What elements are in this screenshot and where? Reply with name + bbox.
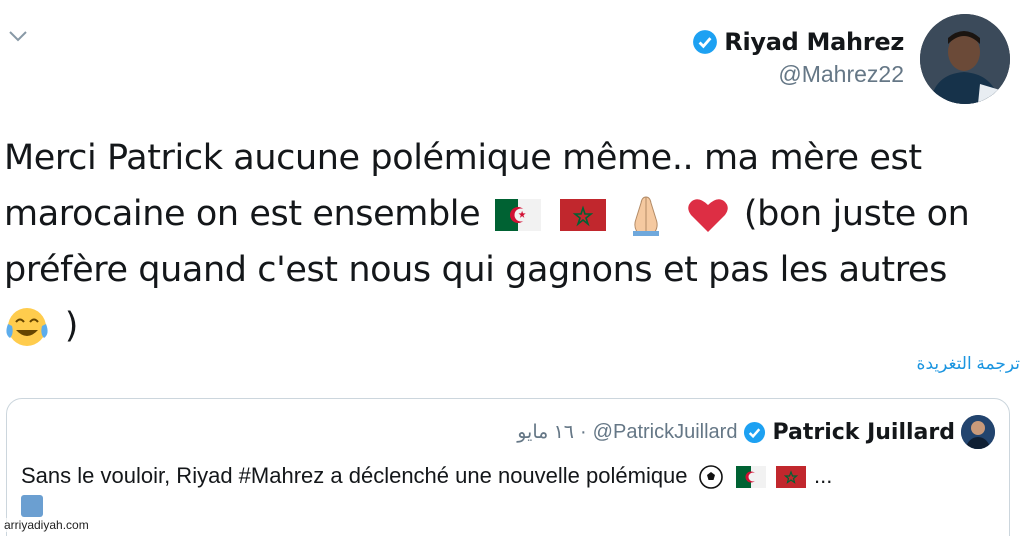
algeria-flag-icon	[735, 466, 766, 489]
soccer-ball-icon	[698, 465, 723, 489]
quoted-tweet[interactable]: ١٦ مايو · @PatrickJuillard Patrick Juill…	[6, 398, 1010, 536]
tweet-text-line: )	[4, 298, 1014, 354]
quoted-tweet-text: Sans le vouloir, Riyad #Mahrez a déclenc…	[21, 463, 832, 490]
tweet-author[interactable]: Riyad Mahrez @Mahrez22	[692, 28, 904, 88]
media-thumbnail-icon	[21, 495, 43, 517]
algeria-flag-icon	[494, 199, 541, 231]
quoted-author-name[interactable]: Patrick Juillard	[772, 420, 955, 445]
morocco-flag-icon	[559, 199, 606, 231]
quoted-ellipsis: ...	[814, 463, 833, 488]
author-name[interactable]: Riyad Mahrez	[724, 28, 904, 56]
tweet-text-line: marocaine on est ensemble (bon juste on	[4, 186, 1014, 242]
folded-hands-icon	[633, 196, 660, 236]
tweet-text-line: préfère quand c'est nous qui gagnons et …	[4, 250, 947, 290]
quoted-avatar[interactable]	[961, 415, 995, 449]
quoted-separator: ·	[580, 420, 587, 443]
translate-tweet-link[interactable]: ترجمة التغريدة	[917, 354, 1020, 374]
tweet-text-segment: )	[64, 306, 79, 346]
quoted-tweet-header: ١٦ مايو · @PatrickJuillard Patrick Juill…	[517, 415, 995, 449]
avatar[interactable]	[920, 14, 1010, 104]
morocco-flag-icon	[775, 466, 806, 489]
verified-badge-icon	[744, 421, 766, 443]
chevron-down-icon[interactable]	[6, 26, 30, 46]
watermark: arriyadiyah.com	[4, 518, 89, 532]
red-heart-icon	[688, 199, 728, 232]
tweet-text-segment: (bon juste on	[743, 194, 970, 234]
author-handle[interactable]: @Mahrez22	[692, 61, 904, 88]
tears-of-joy-icon	[6, 308, 48, 346]
verified-badge-icon	[693, 30, 718, 54]
tweet-text-segment: marocaine on est ensemble	[4, 194, 481, 234]
quoted-date[interactable]: ١٦ مايو	[517, 421, 574, 444]
tweet-text-line: Merci Patrick aucune polémique même.. ma…	[4, 138, 922, 178]
quoted-text-segment: Sans le vouloir, Riyad #Mahrez a déclenc…	[21, 463, 688, 488]
tweet-text: Merci Patrick aucune polémique même.. ma…	[4, 130, 1014, 354]
quoted-handle[interactable]: @PatrickJuillard	[593, 421, 738, 444]
